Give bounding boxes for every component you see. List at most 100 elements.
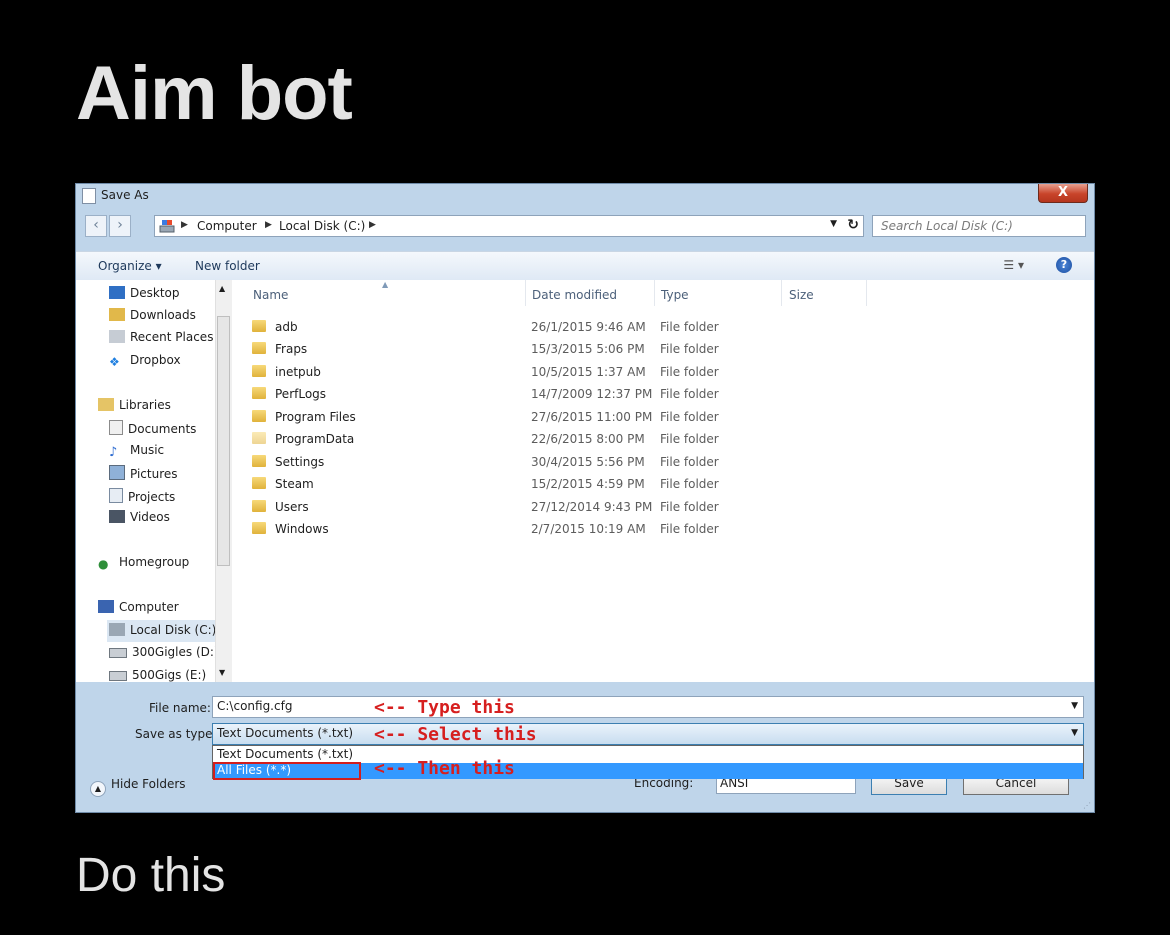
scroll-down-icon[interactable]: ▼	[219, 668, 225, 677]
file-row[interactable]: Settings 30/4/2015 5:56 PM File folder	[232, 451, 1094, 473]
organize-button[interactable]: Organize ▾	[98, 259, 162, 273]
documents-icon	[109, 420, 123, 435]
breadcrumb-local-disk[interactable]: Local Disk (C:)	[279, 219, 365, 233]
file-row[interactable]: Program Files 27/6/2015 11:00 PM File fold…	[232, 406, 1094, 428]
address-bar[interactable]: ▶ Computer ▶ Local Disk (C:) ▶ ▼ ↻	[154, 215, 864, 237]
column-header-name[interactable]: Name	[253, 288, 288, 302]
file-row[interactable]: Fraps 15/3/2015 5:06 PM File folder	[232, 338, 1094, 360]
dialog-title: Save As	[101, 188, 149, 202]
nav-item-documents[interactable]: Documents	[109, 420, 196, 436]
highlight-box	[213, 762, 361, 780]
nav-item-500gigs[interactable]: 500Gigs (E:)	[109, 668, 206, 682]
chevron-up-icon: ▲	[90, 781, 106, 797]
chevron-down-icon[interactable]: ▼	[1071, 701, 1078, 711]
scroll-up-icon[interactable]: ▲	[219, 284, 225, 293]
address-bar-row: ‹ › ▶ Computer ▶ Local Disk (C:) ▶ ▼ ↻ S…	[76, 214, 1094, 240]
column-header-date[interactable]: Date modified	[532, 288, 617, 302]
new-folder-button[interactable]: New folder	[195, 259, 260, 273]
save-button[interactable]: Save	[871, 777, 947, 795]
downloads-icon	[109, 308, 125, 321]
file-row[interactable]: inetpub 10/5/2015 1:37 AM File folder	[232, 361, 1094, 383]
drive-icon	[109, 648, 127, 658]
nav-item-libraries[interactable]: Libraries	[98, 398, 171, 412]
column-divider[interactable]	[654, 280, 655, 306]
resize-grip-icon[interactable]: ⋰	[1083, 801, 1091, 810]
nav-item-dropbox[interactable]: ❖ Dropbox	[109, 353, 181, 369]
nav-item-music[interactable]: ♪ Music	[109, 443, 164, 460]
drive-icon	[159, 220, 175, 233]
notepad-icon	[82, 188, 96, 204]
folder-icon	[252, 522, 266, 534]
videos-icon	[109, 510, 125, 523]
search-input[interactable]: Search Local Disk (C:)	[872, 215, 1086, 237]
projects-icon	[109, 488, 123, 503]
breadcrumb-computer[interactable]: Computer	[197, 219, 257, 233]
save-as-dialog: Save As X ‹ › ▶ Computer ▶ Local Disk (C…	[75, 183, 1095, 813]
file-name-field[interactable]: C:\config.cfg ▼	[212, 696, 1084, 718]
column-header-size[interactable]: Size	[789, 288, 814, 302]
nav-item-recent-places[interactable]: Recent Places	[109, 330, 213, 344]
homegroup-icon: ●	[98, 557, 109, 571]
desktop-icon	[109, 286, 125, 299]
computer-icon	[98, 600, 114, 613]
pictures-icon	[109, 465, 125, 480]
annotation-type-this: <-- Type this	[374, 697, 515, 718]
view-options-icon[interactable]: ☰ ▾	[1003, 258, 1024, 272]
forward-icon[interactable]: ›	[109, 215, 131, 237]
help-icon[interactable]: ?	[1056, 257, 1072, 273]
nav-item-300gigles[interactable]: 300Gigles (D:)	[109, 645, 219, 659]
file-row[interactable]: Windows 2/7/2015 10:19 AM File folder	[232, 518, 1094, 540]
cancel-button[interactable]: Cancel	[963, 777, 1069, 795]
file-row[interactable]: Steam 15/2/2015 4:59 PM File folder	[232, 473, 1094, 495]
column-divider[interactable]	[525, 280, 526, 306]
folder-icon	[252, 342, 266, 354]
nav-item-local-disk[interactable]: Local Disk (C:)	[107, 620, 216, 642]
nav-item-computer[interactable]: Computer	[98, 600, 179, 614]
chevron-down-icon[interactable]: ▼	[1071, 728, 1078, 738]
nav-item-pictures[interactable]: Pictures	[109, 465, 178, 481]
column-header-type[interactable]: Type	[661, 288, 689, 302]
file-row[interactable]: ProgramData 22/6/2015 8:00 PM File folder	[232, 428, 1094, 450]
nav-item-projects[interactable]: Projects	[109, 488, 175, 504]
address-dropdown-icon[interactable]: ▼	[830, 219, 837, 229]
navigation-pane: Desktop Downloads Recent Places ❖ Dropbox…	[76, 280, 231, 682]
nav-scrollbar[interactable]: ▲ ▼	[215, 280, 232, 682]
folder-icon	[252, 432, 266, 444]
breadcrumb-chevron-icon: ▶	[369, 220, 376, 230]
libraries-icon	[98, 398, 114, 411]
file-list: Name ▲ Date modified Type Size adb 26/1/2…	[232, 280, 1094, 682]
drive-icon	[109, 623, 125, 636]
page-title: Aim bot	[76, 51, 353, 136]
close-button[interactable]: X	[1038, 184, 1088, 203]
music-icon: ♪	[109, 445, 118, 460]
back-icon[interactable]: ‹	[85, 215, 107, 237]
folder-icon	[252, 500, 266, 512]
column-divider[interactable]	[781, 280, 782, 306]
refresh-icon[interactable]: ↻	[847, 217, 859, 233]
breadcrumb-chevron-icon: ▶	[181, 220, 188, 230]
file-row[interactable]: PerfLogs 14/7/2009 12:37 PM File folder	[232, 383, 1094, 405]
annotation-select-this: <-- Select this	[374, 724, 537, 745]
scroll-thumb[interactable]	[217, 316, 230, 566]
folder-icon	[252, 455, 266, 467]
title-bar: Save As X	[76, 184, 1094, 208]
caption: Do this	[76, 849, 226, 902]
file-name-label: File name:	[149, 701, 211, 715]
annotation-then-this: <-- Then this	[374, 758, 515, 779]
folder-icon	[252, 410, 266, 422]
folder-icon	[252, 320, 266, 332]
nav-item-downloads[interactable]: Downloads	[109, 308, 196, 322]
file-row[interactable]: Users 27/12/2014 9:43 PM File folder	[232, 496, 1094, 518]
option-text-documents[interactable]: Text Documents (*.txt)	[213, 747, 1083, 763]
save-type-select[interactable]: Text Documents (*.txt) ▼	[212, 723, 1084, 745]
nav-item-videos[interactable]: Videos	[109, 510, 170, 524]
hide-folders-button[interactable]: ▲ Hide Folders	[90, 777, 186, 797]
nav-item-desktop[interactable]: Desktop	[109, 286, 180, 300]
folder-icon	[252, 477, 266, 489]
nav-item-homegroup[interactable]: ● Homegroup	[98, 555, 189, 571]
encoding-select[interactable]: ANSI	[716, 777, 856, 794]
dropbox-icon: ❖	[109, 355, 120, 369]
column-divider[interactable]	[866, 280, 867, 306]
file-row[interactable]: adb 26/1/2015 9:46 AM File folder	[232, 316, 1094, 338]
command-bar: Organize ▾ New folder ☰ ▾ ?	[76, 251, 1094, 281]
